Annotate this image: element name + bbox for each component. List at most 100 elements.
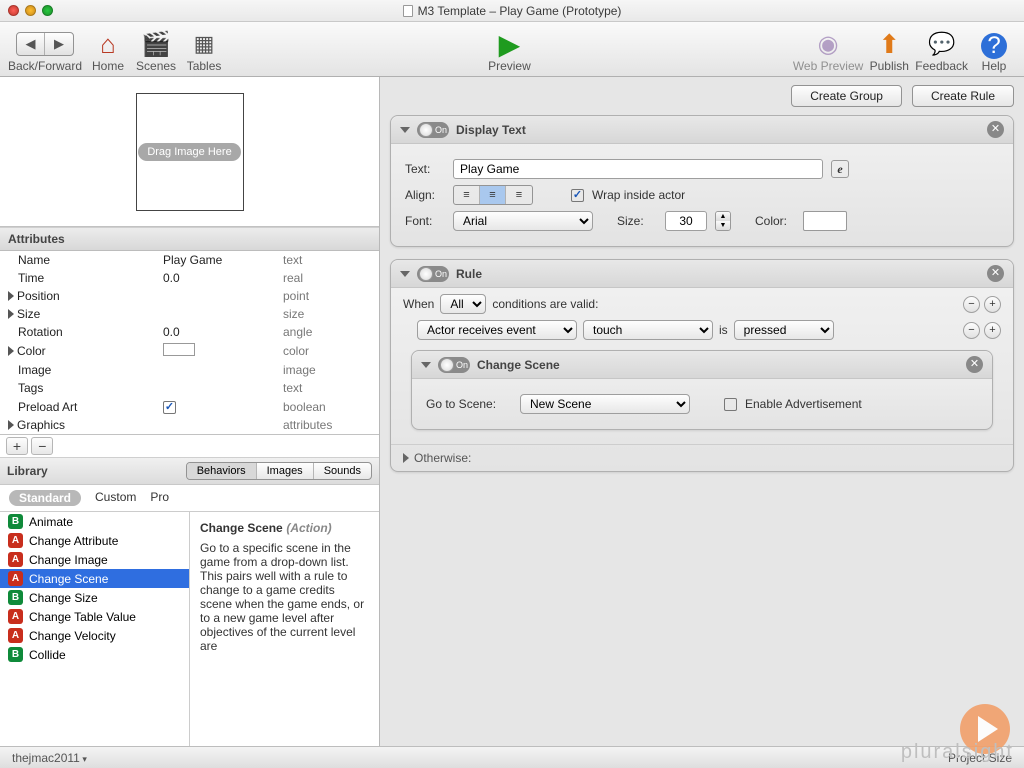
attribute-row[interactable]: Tagstext [0,379,379,397]
quantifier-select[interactable]: All [440,294,486,314]
size-input[interactable] [665,211,707,231]
scenes-icon: 🎬 [141,29,171,59]
when-label: When [403,297,434,311]
toolbar-feedback[interactable]: 💬 Feedback [915,25,968,73]
toolbar-tables-label: Tables [187,59,222,73]
library-filter[interactable]: Standard [9,490,81,506]
close-icon[interactable]: ✕ [987,265,1004,282]
color-well[interactable] [803,211,847,231]
attribute-row[interactable]: Preload Art✓boolean [0,397,379,416]
library-item[interactable]: AChange Image [0,550,189,569]
library-desc-title: Change Scene [200,521,283,535]
forward-button[interactable]: ▶ [45,33,73,55]
condition-subject-select[interactable]: Actor receives event [417,320,577,340]
back-button[interactable]: ◀ [17,33,45,55]
wrap-label: Wrap inside actor [592,188,685,202]
library-list[interactable]: BAnimateAChange AttributeAChange ImageAC… [0,512,190,746]
condition-event-select[interactable]: touch [583,320,713,340]
library-tab[interactable]: Sounds [314,463,371,479]
library-tab[interactable]: Behaviors [187,463,257,479]
create-rule-button[interactable]: Create Rule [912,85,1014,107]
goto-scene-select[interactable]: New Scene [520,394,690,414]
chevron-right-icon [403,453,409,463]
attribute-row[interactable]: Positionpoint [0,287,379,305]
enable-ad-label: Enable Advertisement [745,397,862,411]
behavior-toggle[interactable]: On [438,357,470,373]
attributes-table: NamePlay GametextTime0.0realPositionpoin… [0,251,379,434]
tables-icon: ▦ [194,29,215,59]
library-item[interactable]: AChange Velocity [0,626,189,645]
user-menu[interactable]: thejmac2011 [12,751,87,765]
close-icon[interactable]: ✕ [987,121,1004,138]
close-icon[interactable]: ✕ [966,356,983,373]
library-filter[interactable]: Custom [95,490,136,506]
wrap-checkbox[interactable]: ✓ [571,189,584,202]
rule-otherwise[interactable]: Otherwise: [391,444,1013,471]
create-group-button[interactable]: Create Group [791,85,902,107]
library-item[interactable]: BAnimate [0,512,189,531]
attribute-row[interactable]: Colorcolor [0,341,379,361]
text-label: Text: [405,162,445,176]
font-select[interactable]: Arial [453,211,593,231]
library-filter[interactable]: Pro [150,490,169,506]
condition-state-select[interactable]: pressed [734,320,834,340]
attribute-row[interactable]: Graphicsattributes [0,416,379,434]
library-filter-tabs[interactable]: Standard Custom Pro [0,485,379,512]
behavior-change-scene: On Change Scene ✕ Go to Scene: New Scene… [411,350,993,430]
remove-condition-row-button[interactable]: − [963,322,980,339]
image-drop-well[interactable]: Drag Image Here [136,93,244,211]
library-item[interactable]: BChange Size [0,588,189,607]
size-stepper[interactable]: ▲▼ [715,211,731,231]
help-icon: ? [981,33,1007,59]
align-center-icon[interactable]: ≡ [480,186,506,204]
home-icon: ⌂ [100,29,116,59]
toolbar-help[interactable]: ? Help [972,25,1016,73]
align-right-icon[interactable]: ≡ [506,186,532,204]
remove-attribute-button[interactable]: − [31,437,53,455]
library-item[interactable]: AChange Scene [0,569,189,588]
feedback-icon: 💬 [928,29,955,59]
library-title: Library [7,464,48,478]
toolbar-preview[interactable]: ▶ Preview [487,25,531,73]
behavior-title: Display Text [456,123,526,137]
toolbar-home[interactable]: ⌂ Home [86,25,130,73]
behavior-display-text: On Display Text ✕ Text: e Align: ≡ ≡ [390,115,1014,247]
disclosure-icon[interactable] [400,271,410,277]
attributes-add-remove: + − [0,434,379,457]
behavior-toggle[interactable]: On [417,266,449,282]
expression-editor-icon[interactable]: e [831,160,849,178]
add-attribute-button[interactable]: + [6,437,28,455]
attribute-row[interactable]: Rotation0.0angle [0,323,379,341]
attribute-row[interactable]: Imageimage [0,361,379,379]
toolbar-back-forward[interactable]: ◀▶ Back/Forward [8,25,82,73]
library-item[interactable]: BCollide [0,645,189,664]
toolbar-tables[interactable]: ▦ Tables [182,25,226,73]
remove-condition-button[interactable]: − [963,296,980,313]
attribute-row[interactable]: Time0.0real [0,269,379,287]
toolbar-web-preview[interactable]: ◉ Web Preview [793,25,863,73]
attribute-row[interactable]: NamePlay Gametext [0,251,379,269]
library-tab[interactable]: Images [257,463,314,479]
drop-placeholder-label: Drag Image Here [138,143,240,161]
library-item[interactable]: AChange Table Value [0,607,189,626]
library-desc-body: Go to a specific scene in the game from … [200,541,369,653]
toolbar-publish[interactable]: ⬆ Publish [867,25,911,73]
enable-ad-checkbox[interactable]: ✓ [724,398,737,411]
add-condition-row-button[interactable]: + [984,322,1001,339]
toolbar-scenes-label: Scenes [136,59,176,73]
behavior-rule: On Rule ✕ When All conditions are valid:… [390,259,1014,472]
display-text-input[interactable] [453,159,823,179]
align-left-icon[interactable]: ≡ [454,186,480,204]
attribute-row[interactable]: Sizesize [0,305,379,323]
behavior-toggle[interactable]: On [417,122,449,138]
align-segmented[interactable]: ≡ ≡ ≡ [453,185,533,205]
library-desc-kind: (Action) [286,521,331,535]
toolbar-scenes[interactable]: 🎬 Scenes [134,25,178,73]
add-condition-button[interactable]: + [984,296,1001,313]
brand-watermark: pluralsight [901,741,1014,764]
library-type-tabs[interactable]: BehaviorsImagesSounds [186,462,372,480]
disclosure-icon[interactable] [400,127,410,133]
color-label: Color: [755,214,795,228]
disclosure-icon[interactable] [421,362,431,368]
library-item[interactable]: AChange Attribute [0,531,189,550]
